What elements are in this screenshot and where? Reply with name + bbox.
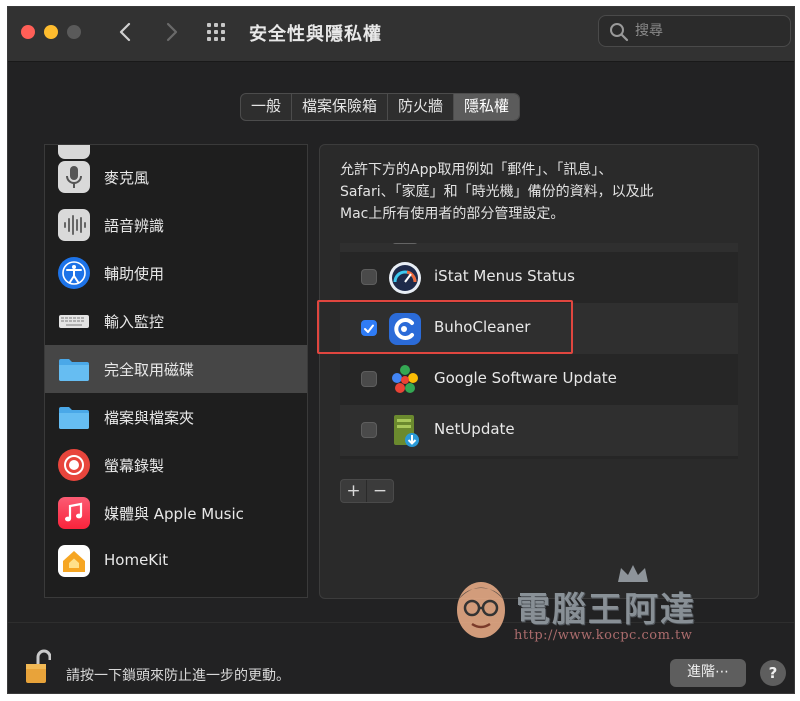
watermark-title: 電腦王阿達	[516, 590, 696, 630]
list-item-partial	[340, 243, 738, 252]
istat-menus-icon	[387, 260, 423, 296]
title-bar: 安全性與隱私權	[8, 7, 794, 62]
sidebar-item-media-apple-music[interactable]: 媒體與 Apple Music	[45, 489, 307, 537]
google-software-update-icon	[387, 362, 423, 398]
permission-description: 允許下方的App取用例如「郵件」、「訊息」、 Safari、「家庭」和「時光機」…	[340, 159, 740, 225]
tab-firewall[interactable]: 防火牆	[388, 94, 455, 120]
accessibility-icon	[58, 257, 90, 289]
back-button[interactable]	[113, 19, 139, 45]
tab-general[interactable]: 一般	[241, 94, 293, 120]
sidebar-item-full-disk-access[interactable]: 完全取用磁碟	[45, 345, 307, 393]
sidebar-item-label: 螢幕錄製	[104, 457, 165, 475]
speech-recognition-icon	[58, 209, 90, 241]
list-item-istat-menus[interactable]: iStat Menus Status	[340, 252, 738, 303]
sidebar-item-label: 語音辨識	[104, 217, 165, 235]
keyboard-icon	[58, 305, 90, 337]
privacy-category-list[interactable]: 麥克風 語音辨識 輔助使用 輸入監控 完全取用磁碟 檔案與檔案夾 螢幕錄製 媒體…	[44, 144, 308, 598]
app-name: NetUpdate	[434, 420, 515, 438]
buhocleaner-icon	[387, 311, 423, 347]
app-name: Google Software Update	[434, 369, 617, 387]
app-permission-list[interactable]: iStat Menus Status BuhoCleaner Google So…	[340, 243, 738, 459]
watermark-mascot-icon	[446, 570, 516, 645]
watermark-crown-icon	[616, 562, 650, 584]
description-line: 允許下方的App取用例如「郵件」、「訊息」、	[340, 162, 613, 178]
grid-icon	[207, 23, 225, 41]
lock-button[interactable]	[25, 649, 52, 685]
sidebar-item-speech-recognition[interactable]: 語音辨識	[45, 201, 307, 249]
netupdate-icon	[387, 413, 423, 449]
help-button[interactable]: ?	[760, 660, 786, 686]
sidebar-item-label: 麥克風	[104, 169, 150, 187]
music-icon	[58, 497, 90, 529]
chevron-left-icon	[119, 22, 131, 42]
list-item-netupdate[interactable]: NetUpdate	[340, 405, 738, 456]
description-line: Mac上所有使用者的部分管理設定。	[340, 206, 565, 222]
tab-filevault[interactable]: 檔案保險箱	[292, 94, 389, 120]
app-checkbox[interactable]	[361, 269, 377, 285]
advanced-button[interactable]: 進階⋯	[670, 659, 746, 687]
remove-app-button[interactable]: −	[367, 480, 393, 502]
sidebar-item-homekit[interactable]: HomeKit	[45, 537, 307, 585]
sidebar-item-microphone[interactable]: 麥克風	[45, 153, 307, 201]
zoom-window-button[interactable]	[67, 25, 81, 39]
close-window-button[interactable]	[21, 25, 35, 39]
partial-app-icon	[387, 243, 423, 245]
lock-hint-text: 請按一下鎖頭來防止進一步的更動。	[66, 668, 290, 684]
sidebar-item-label: 輔助使用	[104, 265, 165, 283]
list-item-google-software-update[interactable]: Google Software Update	[340, 354, 738, 405]
watermark-url: http://www.kocpc.com.tw	[514, 628, 693, 643]
privacy-detail-panel: 允許下方的App取用例如「郵件」、「訊息」、 Safari、「家庭」和「時光機」…	[319, 144, 759, 599]
folder-icon	[58, 401, 90, 433]
sidebar-item-label: 完全取用磁碟	[104, 361, 195, 379]
window-title: 安全性與隱私權	[249, 24, 382, 45]
search-input[interactable]	[635, 21, 775, 41]
sidebar-item-label: HomeKit	[104, 551, 169, 569]
list-item-buhocleaner[interactable]: BuhoCleaner	[340, 303, 738, 354]
show-all-button[interactable]	[206, 21, 230, 43]
forward-button[interactable]	[158, 19, 184, 45]
tab-privacy[interactable]: 隱私權	[454, 94, 520, 120]
description-line: Safari、「家庭」和「時光機」備份的資料，以及此	[340, 184, 654, 200]
sidebar-item-screen-recording[interactable]: 螢幕錄製	[45, 441, 307, 489]
sidebar-item-label: 輸入監控	[104, 313, 165, 331]
tab-bar: 一般 檔案保險箱 防火牆 隱私權	[240, 93, 521, 121]
sidebar-item-label: 媒體與 Apple Music	[104, 505, 244, 523]
app-name: BuhoCleaner	[434, 318, 531, 336]
add-app-button[interactable]: +	[341, 480, 368, 502]
unlocked-lock-icon	[26, 649, 52, 683]
sidebar-item-label: 檔案與檔案夾	[104, 409, 195, 427]
folder-icon	[58, 353, 90, 385]
homekit-icon	[58, 545, 90, 577]
app-name: iStat Menus Status	[434, 267, 575, 285]
app-checkbox[interactable]	[361, 320, 377, 336]
screen-record-icon	[58, 449, 90, 481]
search-icon	[610, 23, 629, 42]
app-checkbox[interactable]	[361, 422, 377, 438]
checkmark-icon	[364, 324, 374, 333]
sidebar-item-files-and-folders[interactable]: 檔案與檔案夾	[45, 393, 307, 441]
app-checkbox[interactable]	[361, 371, 377, 387]
chevron-right-icon	[166, 22, 178, 42]
sidebar-item-input-monitoring[interactable]: 輸入監控	[45, 297, 307, 345]
microphone-icon	[58, 161, 90, 193]
minimize-window-button[interactable]	[44, 25, 58, 39]
add-remove-control: + −	[340, 479, 394, 503]
search-field[interactable]	[598, 15, 791, 47]
sidebar-item-accessibility[interactable]: 輔助使用	[45, 249, 307, 297]
